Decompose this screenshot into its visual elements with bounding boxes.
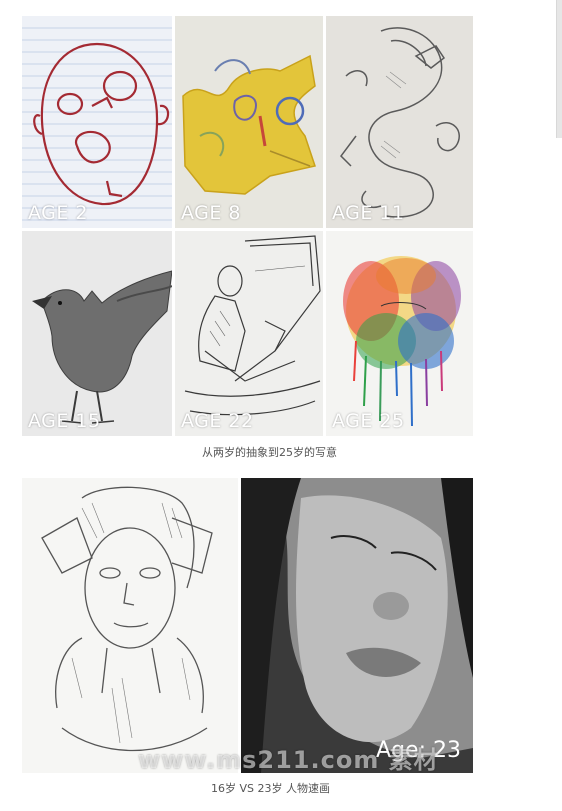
drawing-age-2: AGE 2	[22, 16, 172, 228]
drawing-age-8: AGE 8	[175, 16, 323, 228]
age-label: AGE 11	[332, 202, 405, 224]
scrollbar[interactable]	[556, 0, 562, 138]
sketch-age-23: Age: 23	[241, 478, 473, 773]
graphite-face-closed-eyes	[241, 478, 473, 773]
pencil-portrait	[41, 486, 213, 752]
age-label: AGE 25	[332, 410, 405, 432]
pencil-dragon	[340, 27, 460, 218]
drawing-age-15: AGE 15	[22, 231, 172, 436]
watercolor-lion	[343, 256, 461, 427]
pencil-raven	[32, 270, 172, 424]
ink-pianist	[184, 235, 321, 416]
age-label: AGE 15	[28, 410, 101, 432]
collage-caption: 从两岁的抽象到25岁的写意	[202, 446, 337, 459]
age-label: AGE 22	[181, 410, 254, 432]
comparison-caption: 16岁 VS 23岁 人物速画	[211, 782, 330, 795]
drawing-collage: AGE 2 AGE 8 AGE 11 AGE 15 AGE 22 AGE 25	[22, 16, 473, 436]
drawing-age-22: AGE 22	[175, 231, 323, 436]
drawing-age-25: AGE 25	[326, 231, 473, 436]
age-label: AGE 2	[28, 202, 89, 224]
drawing-age-11: AGE 11	[326, 16, 473, 228]
crayon-creature	[182, 54, 316, 195]
red-face-scribble	[22, 27, 172, 221]
sketch-age-16	[22, 478, 238, 773]
age-label: AGE 8	[181, 202, 242, 224]
site-watermark: www.ms211.com 素材	[138, 746, 439, 774]
